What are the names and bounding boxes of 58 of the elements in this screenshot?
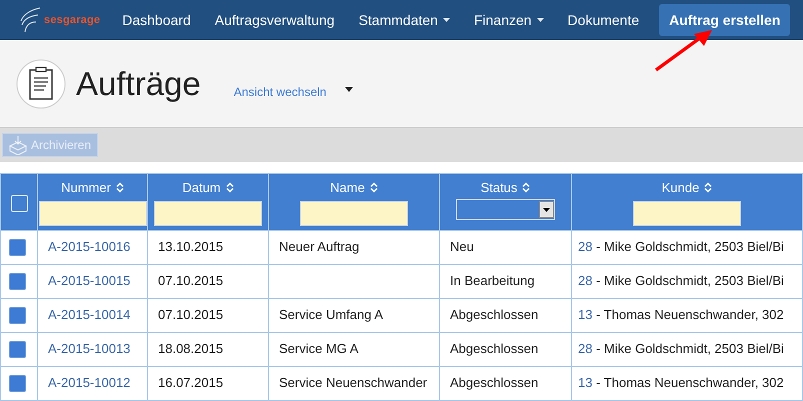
row-checkbox[interactable] bbox=[9, 239, 26, 256]
swoosh-logo-icon bbox=[18, 4, 42, 34]
date-cell: 07.10.2015 bbox=[158, 273, 224, 288]
nav-item[interactable]: Dokumente bbox=[568, 12, 640, 28]
column-header[interactable]: Kunde bbox=[662, 180, 700, 195]
status-filter-select[interactable] bbox=[456, 199, 555, 220]
date-cell: 18.08.2015 bbox=[158, 341, 224, 356]
box-icon bbox=[7, 135, 29, 155]
filter-field[interactable] bbox=[38, 201, 146, 226]
row-checkbox[interactable] bbox=[9, 307, 26, 324]
filter-field[interactable] bbox=[633, 201, 741, 226]
sort-icon[interactable] bbox=[704, 182, 712, 193]
select-all-checkbox[interactable] bbox=[10, 195, 28, 212]
status-cell: Abgeschlossen bbox=[450, 341, 538, 356]
date-cell: 16.07.2015 bbox=[158, 375, 224, 390]
filter-field[interactable] bbox=[154, 201, 262, 226]
row-checkbox[interactable] bbox=[9, 273, 26, 290]
customer-id-link[interactable]: 13 bbox=[578, 307, 592, 322]
sort-icon[interactable] bbox=[116, 182, 124, 193]
customer-cell-text: - Mike Goldschmidt, 2503 Biel/Bi bbox=[595, 273, 784, 288]
sort-icon[interactable] bbox=[370, 182, 378, 193]
view-switch-link[interactable]: Ansicht wechseln bbox=[234, 84, 326, 98]
date-cell: 07.10.2015 bbox=[158, 307, 224, 322]
clipboard-icon bbox=[16, 58, 66, 108]
status-cell: Abgeschlossen bbox=[450, 307, 538, 322]
column-header[interactable]: Status bbox=[480, 180, 518, 195]
date-cell: 13.10.2015 bbox=[158, 239, 224, 254]
name-cell: Neuer Auftrag bbox=[279, 239, 360, 254]
nav-item[interactable]: Dashboard bbox=[122, 12, 191, 28]
nav-item[interactable]: Stammdaten bbox=[358, 12, 450, 28]
caret-icon bbox=[543, 208, 550, 212]
sort-icon[interactable] bbox=[226, 182, 234, 193]
name-cell: Service Neuenschwander bbox=[279, 375, 428, 390]
customer-id-link[interactable]: 28 bbox=[578, 273, 592, 288]
customer-id-link[interactable]: 28 bbox=[578, 239, 592, 254]
row-checkbox[interactable] bbox=[9, 341, 26, 358]
customer-cell-text: - Mike Goldschmidt, 2503 Biel/Bi bbox=[595, 341, 784, 356]
page-title: Aufträge bbox=[76, 64, 201, 102]
status-cell: Neu bbox=[450, 239, 474, 254]
create-order-button[interactable]: Auftrag erstellen bbox=[659, 4, 790, 36]
column-header[interactable]: Nummer bbox=[61, 180, 111, 195]
nav-item[interactable]: Finanzen bbox=[474, 12, 544, 28]
sort-icon[interactable] bbox=[522, 182, 530, 193]
customer-cell-text: - Mike Goldschmidt, 2503 Biel/Bi bbox=[595, 239, 784, 254]
nav-item[interactable]: Auftragsverwaltung bbox=[214, 12, 335, 28]
customer-cell-text: - Thomas Neuenschwander, 302 bbox=[595, 375, 784, 390]
row-checkbox[interactable] bbox=[9, 375, 26, 392]
column-header[interactable]: Datum bbox=[182, 180, 221, 195]
customer-id-link[interactable]: 13 bbox=[578, 375, 592, 390]
status-cell: In Bearbeitung bbox=[450, 273, 535, 288]
filter-field[interactable] bbox=[300, 201, 408, 226]
name-cell: Service Umfang A bbox=[279, 307, 384, 322]
customer-cell-text: - Thomas Neuenschwander, 302 bbox=[595, 307, 784, 322]
customer-id-link[interactable]: 28 bbox=[578, 341, 592, 356]
caret-icon[interactable] bbox=[345, 87, 354, 92]
status-cell: Abgeschlossen bbox=[450, 375, 538, 390]
name-cell: Service MG A bbox=[279, 341, 358, 356]
column-header[interactable]: Name bbox=[330, 180, 365, 195]
